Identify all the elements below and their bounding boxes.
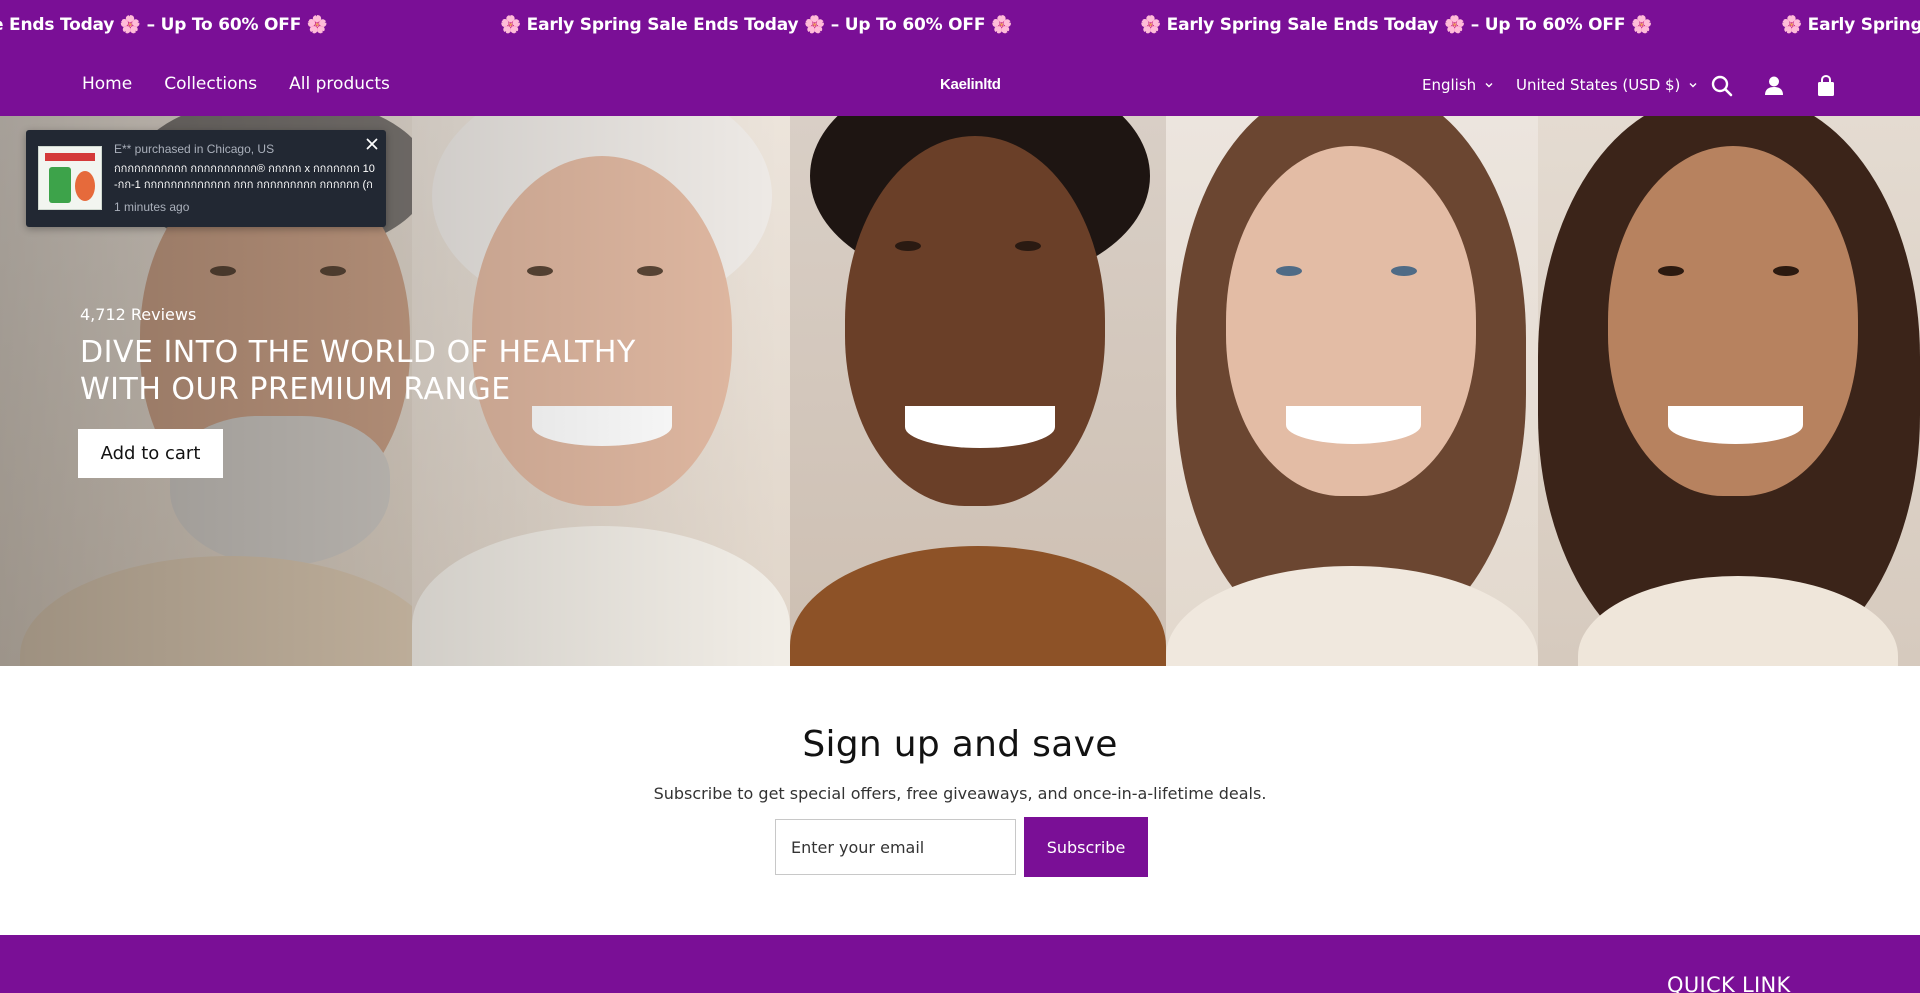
hero-portrait [1166, 116, 1538, 666]
nav-link-all-products[interactable]: All products [289, 74, 390, 94]
newsletter-title: Sign up and save [802, 724, 1118, 765]
popup-product-name[interactable]: กกกกกกกกกกก กกกกกกกกกก® กกกกก x กกกกกกก … [114, 161, 376, 193]
site-header: Home Collections All products Kaelinltd … [0, 54, 1920, 116]
hero-portrait [1538, 116, 1920, 666]
search-icon[interactable] [1710, 74, 1734, 98]
recent-purchase-popup[interactable]: E** purchased in Chicago, US กกกกกกกกกกก… [26, 130, 386, 227]
announcement-text: e Ends Today 🌸 – Up To 60% OFF 🌸 [0, 15, 328, 35]
hero-review-count: 4,712 Reviews [80, 305, 197, 324]
hero-portrait [790, 116, 1166, 666]
add-to-cart-button[interactable]: Add to cart [78, 429, 223, 478]
footer-heading: QUICK LINK [1667, 973, 1791, 993]
language-label: English [1422, 76, 1477, 94]
announcement-bar: e Ends Today 🌸 – Up To 60% OFF 🌸 🌸 Early… [0, 0, 1920, 54]
announcement-text: 🌸 Early Spring Sal [1781, 15, 1920, 35]
cart-icon[interactable] [1814, 74, 1838, 98]
chevron-down-icon [1689, 83, 1697, 88]
nav-link-collections[interactable]: Collections [164, 74, 257, 94]
close-icon[interactable] [364, 136, 380, 152]
announcement-text: 🌸 Early Spring Sale Ends Today 🌸 – Up To… [1140, 15, 1652, 35]
popup-buyer-text: E** purchased in Chicago, US [114, 142, 275, 156]
chevron-down-icon [1485, 83, 1493, 88]
announcement-text: 🌸 Early Spring Sale Ends Today 🌸 – Up To… [500, 15, 1012, 35]
currency-label: United States (USD $) [1516, 76, 1681, 94]
site-footer: QUICK LINK [0, 935, 1920, 993]
site-logo[interactable]: Kaelinltd [940, 76, 1001, 93]
nav-link-home[interactable]: Home [82, 74, 132, 94]
subscribe-button[interactable]: Subscribe [1024, 817, 1148, 877]
email-field[interactable] [775, 819, 1016, 875]
currency-selector[interactable]: United States (USD $) [1516, 76, 1698, 94]
hero-title: DIVE INTO THE WORLD OF HEALTHY WITH OUR … [80, 335, 636, 407]
newsletter-subtitle: Subscribe to get special offers, free gi… [653, 784, 1267, 803]
language-selector[interactable]: English [1422, 76, 1494, 94]
main-nav: Home Collections All products [82, 74, 390, 94]
popup-timestamp: 1 minutes ago [114, 200, 190, 214]
product-thumbnail [38, 146, 102, 210]
account-icon[interactable] [1762, 74, 1786, 98]
